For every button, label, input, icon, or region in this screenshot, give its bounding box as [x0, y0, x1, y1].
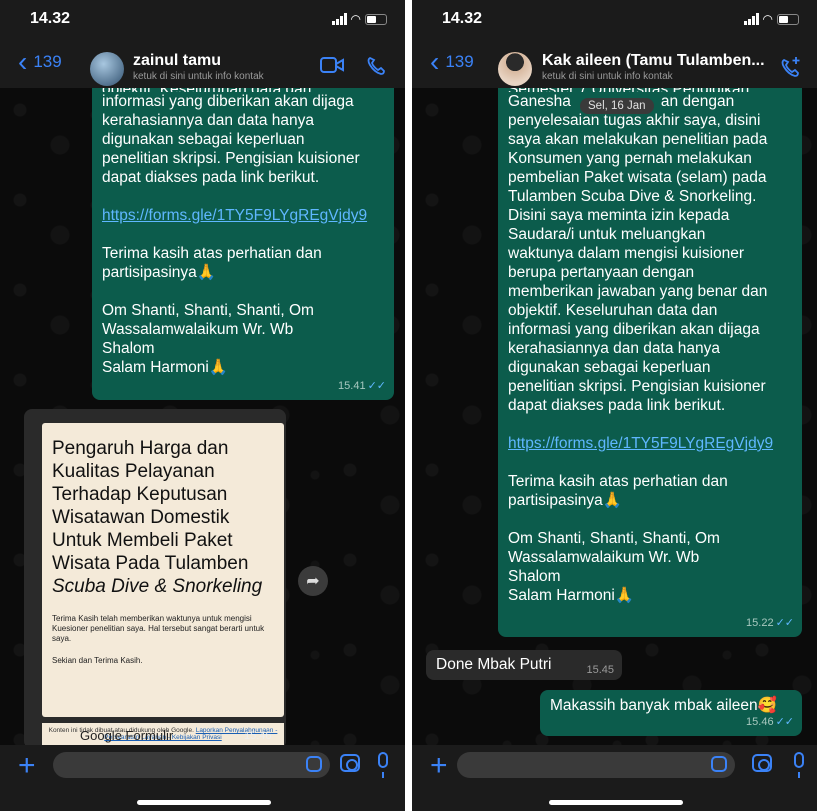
battery-icon — [777, 13, 799, 25]
status-time: 14.32 — [30, 10, 71, 27]
contact-name[interactable]: zainul tamu — [133, 52, 221, 70]
google-forms-logo: Google Formulir — [80, 728, 174, 743]
add-call-icon[interactable] — [780, 56, 802, 84]
forward-icon[interactable]: ➦ — [298, 566, 328, 596]
signal-icon — [743, 13, 759, 25]
contact-info-hint[interactable]: ketuk di sini untuk info kontak — [133, 71, 264, 82]
double-check-icon: ✓✓ — [775, 716, 794, 728]
signal-icon — [331, 13, 347, 25]
outgoing-message[interactable]: Semester 7 Universitas Pendidikan Ganesh… — [498, 78, 802, 637]
status-icons: ◠ — [331, 12, 387, 26]
message-time: 15.22 ✓✓ — [746, 617, 794, 629]
wifi-icon: ◠ — [350, 12, 361, 26]
message-text: Makassih banyak mbak aileen🥰 — [550, 697, 777, 714]
message-time: 15.41 ✓✓ — [338, 380, 386, 392]
message-thanks: Terima kasih atas perhatian dan partisip… — [102, 245, 322, 281]
message-input[interactable] — [457, 752, 735, 778]
form-preview-page: Pengaruh Harga dan Kualitas Pelayanan Te… — [42, 423, 284, 717]
form-preview-message[interactable]: Pengaruh Harga dan Kualitas Pelayanan Te… — [24, 409, 286, 749]
left-chat-screen: objektif. Keseluruhan data dan informasi… — [0, 0, 405, 811]
home-indicator[interactable] — [137, 800, 271, 805]
sticker-icon[interactable] — [306, 756, 322, 772]
incoming-message[interactable]: Done Mbak Putri 15.45 — [426, 650, 622, 680]
contact-info-hint[interactable]: ketuk di sini untuk info kontak — [542, 71, 673, 82]
message-body: informasi yang diberikan akan dijaga ker… — [102, 93, 360, 186]
message-input[interactable] — [53, 752, 330, 778]
message-time: 15.46 ✓✓ — [746, 716, 794, 728]
chat-header: 14.32 ◠ ‹ 139 Kak aileen (Tamu Tulamben..… — [412, 0, 817, 88]
status-time: 14.32 — [442, 10, 483, 27]
home-indicator[interactable] — [549, 800, 683, 805]
plus-icon[interactable]: + — [18, 749, 36, 783]
outgoing-message[interactable]: objektif. Keseluruhan data dan informasi… — [92, 78, 394, 400]
contact-name[interactable]: Kak aileen (Tamu Tulamben... — [542, 52, 765, 70]
chat-header: 14.32 ◠ ‹ 139 zainul tamu ketuk di sini u… — [0, 0, 405, 88]
video-call-icon[interactable] — [320, 56, 344, 80]
battery-icon — [365, 13, 387, 25]
sticker-icon[interactable] — [711, 756, 727, 772]
form-link[interactable]: https://forms.gle/1TY5F9LYgREgVjdy9 — [508, 434, 792, 453]
wifi-icon: ◠ — [762, 12, 773, 26]
microphone-icon[interactable] — [794, 752, 804, 778]
double-check-icon: ✓✓ — [775, 617, 794, 629]
avatar[interactable] — [498, 52, 532, 86]
chevron-left-icon: ‹ — [430, 46, 440, 77]
form-description: Terima Kasih telah memberikan waktunya u… — [52, 614, 265, 643]
card-time: 15.46 — [244, 730, 272, 742]
message-closing: Om Shanti, Shanti, Shanti, Om Wassalamwa… — [508, 530, 720, 604]
form-title: Pengaruh Harga dan Kualitas Pelayanan Te… — [52, 438, 263, 597]
form-link[interactable]: https://forms.gle/1TY5F9LYgREgVjdy9 — [102, 206, 384, 225]
message-closing: Om Shanti, Shanti, Shanti, Om Wassalamwa… — [102, 302, 314, 376]
plus-icon[interactable]: + — [430, 749, 448, 783]
message-body: penyelesaian tugas akhir saya, disini sa… — [508, 112, 768, 414]
date-separator: Sel, 16 Jan — [580, 98, 654, 114]
camera-icon[interactable] — [340, 754, 360, 772]
chevron-left-icon: ‹ — [18, 46, 28, 77]
message-text: Done Mbak Putri — [436, 656, 552, 673]
back-button[interactable]: ‹ 139 — [18, 46, 62, 77]
microphone-icon[interactable] — [378, 752, 388, 778]
phone-call-icon[interactable] — [366, 56, 386, 82]
avatar[interactable] — [90, 52, 124, 86]
double-check-icon: ✓✓ — [367, 380, 386, 392]
right-chat-screen: Semester 7 Universitas Pendidikan Ganesh… — [412, 0, 817, 811]
message-composer: + — [0, 745, 405, 811]
message-thanks: Terima kasih atas perhatian dan partisip… — [508, 473, 728, 509]
status-icons: ◠ — [743, 12, 799, 26]
message-time: 15.45 — [586, 664, 614, 676]
back-button[interactable]: ‹ 139 — [430, 46, 474, 77]
outgoing-message[interactable]: Makassih banyak mbak aileen🥰 15.46 ✓✓ — [540, 690, 802, 736]
camera-icon[interactable] — [752, 754, 772, 772]
message-composer: + — [412, 745, 817, 811]
form-closing: Sekian dan Terima Kasih. — [52, 656, 143, 665]
